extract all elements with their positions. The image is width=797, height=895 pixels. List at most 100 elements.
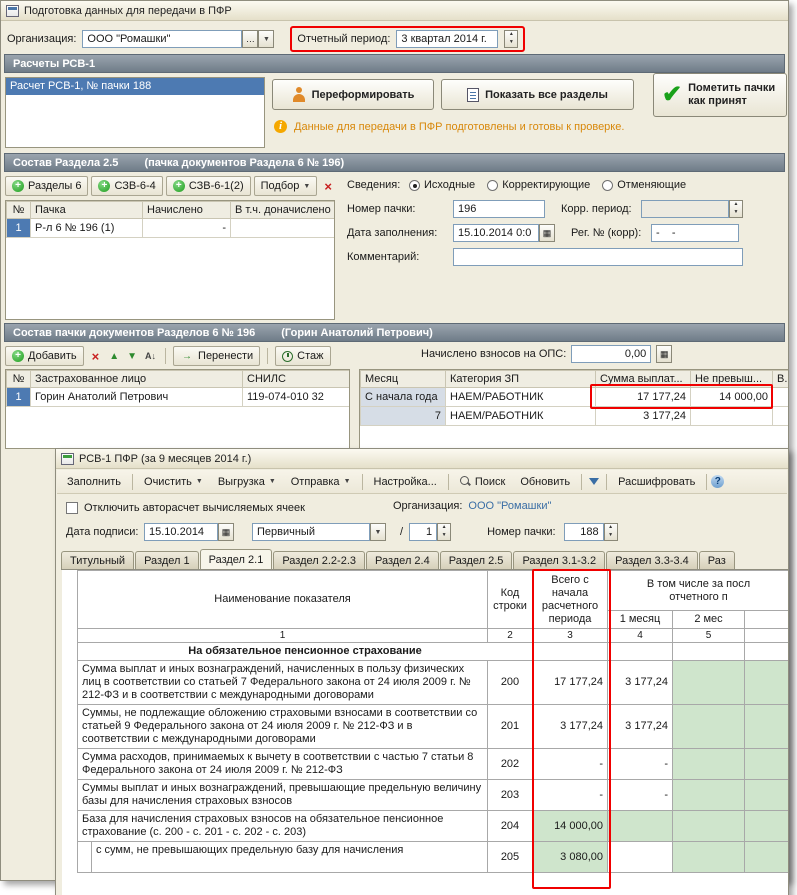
ops-input[interactable]: 0,00 xyxy=(571,345,652,363)
cell-month1[interactable]: - xyxy=(607,779,673,811)
cell-sum[interactable]: 3 177,24 xyxy=(595,406,691,426)
send-button[interactable]: Отправка ▼ xyxy=(284,474,358,490)
cell-month1[interactable]: 3 177,24 xyxy=(607,704,673,749)
report-kind-select[interactable]: Первичный xyxy=(252,523,370,541)
sign-date-input[interactable]: 15.10.2014 xyxy=(144,523,218,541)
table-row[interactable]: 1 Горин Анатолий Петрович 119-074-010 32 xyxy=(6,387,349,407)
table-row[interactable]: С начала года НАЕМ/РАБОТНИК 17 177,24 14… xyxy=(360,387,788,407)
pick-button[interactable]: Подбор ▼ xyxy=(253,176,318,196)
cell-name[interactable]: Суммы, не подлежащие обложению страховым… xyxy=(77,704,488,749)
cell-person[interactable]: Горин Анатолий Петрович xyxy=(30,387,243,407)
export-button[interactable]: Выгрузка ▼ xyxy=(211,474,283,490)
org-ellipsis-button[interactable]: … xyxy=(242,30,259,48)
tab-razdel31-32[interactable]: Раздел 3.1-3.2 xyxy=(513,551,606,569)
cell-month1[interactable] xyxy=(607,841,673,873)
reg-number-input[interactable]: - - xyxy=(651,224,739,242)
pack-spinner[interactable]: ▲ ▼ xyxy=(603,523,618,541)
refresh-button[interactable]: Обновить xyxy=(513,474,577,490)
cell-month2[interactable] xyxy=(672,841,745,873)
cell-extra[interactable] xyxy=(772,387,788,407)
sort-icon[interactable]: А↓ xyxy=(143,351,158,361)
cell-month1[interactable]: 3 177,24 xyxy=(607,660,673,705)
cell-code[interactable]: 205 xyxy=(487,841,533,873)
cell-month[interactable]: 7 xyxy=(360,406,446,426)
help-icon[interactable]: ? xyxy=(711,475,725,488)
cell-month1[interactable]: - xyxy=(607,748,673,780)
delete-icon[interactable]: × xyxy=(88,349,104,364)
transfer-button[interactable]: → Перенести xyxy=(173,346,261,366)
tab-razdel33-34[interactable]: Раздел 3.3-3.4 xyxy=(606,551,698,569)
chevron-down-icon[interactable]: ▼ xyxy=(370,523,386,541)
cell-category[interactable]: НАЕМ/РАБОТНИК xyxy=(445,406,596,426)
calculator-icon[interactable]: ▦ xyxy=(656,345,673,363)
search-button[interactable]: Поиск xyxy=(453,474,512,490)
cell-total[interactable]: - xyxy=(532,748,608,780)
cell-total[interactable]: 14 000,00 xyxy=(532,810,608,842)
cell-month2[interactable] xyxy=(672,748,745,780)
tab-razdel1[interactable]: Раздел 1 xyxy=(135,551,199,569)
cell-pack[interactable]: Р-л 6 № 196 (1) xyxy=(30,218,143,238)
experience-button[interactable]: Стаж xyxy=(275,346,331,366)
table-row[interactable]: 1 Р-л 6 № 196 (1) - xyxy=(6,218,334,238)
rsv-list[interactable]: Расчет РСВ-1, № пачки 188 xyxy=(5,77,265,148)
tab-razdel22-23[interactable]: Раздел 2.2-2.3 xyxy=(273,551,365,569)
cell-name[interactable]: Сумма расходов, принимаемых к вычету в с… xyxy=(77,748,488,780)
add-section6-button[interactable]: + Разделы 6 xyxy=(5,176,89,196)
cell-month2[interactable] xyxy=(672,779,745,811)
tab-razdel25[interactable]: Раздел 2.5 xyxy=(439,551,513,569)
pack-number-input[interactable]: 188 xyxy=(563,523,604,541)
radio-korrektiruyushchie[interactable] xyxy=(487,179,499,191)
calendar-icon[interactable]: ▦ xyxy=(218,523,234,541)
cell-code[interactable]: 204 xyxy=(487,810,533,842)
cell-extra[interactable] xyxy=(230,218,334,238)
period-spinner[interactable]: ▲ ▼ xyxy=(504,30,519,48)
cell-month1[interactable] xyxy=(607,810,673,842)
radio-ishodnye[interactable] xyxy=(409,179,420,191)
cell-name[interactable]: с сумм, не превышающих предельную базу д… xyxy=(77,841,488,873)
fill-button[interactable]: Заполнить xyxy=(60,474,128,490)
tab-cut[interactable]: Раз xyxy=(698,551,735,569)
org-dropdown-button[interactable]: ▼ xyxy=(258,30,275,48)
decode-button[interactable]: Расшифровать xyxy=(611,474,702,490)
cell-name[interactable]: База для начисления страховых взносов на… xyxy=(77,810,488,842)
list-item[interactable]: Расчет РСВ-1, № пачки 188 xyxy=(6,78,264,95)
corr-period-spinner[interactable]: ▲ ▼ xyxy=(729,200,743,218)
move-up-icon[interactable]: ▲ xyxy=(107,351,121,362)
fill-date-input[interactable]: 15.10.2014 0:0 xyxy=(453,224,539,242)
autocalc-checkbox[interactable] xyxy=(66,502,78,514)
comment-input[interactable] xyxy=(453,248,743,266)
tab-razdel21[interactable]: Раздел 2.1 xyxy=(199,549,273,569)
show-all-sections-button[interactable]: Показать все разделы xyxy=(441,79,634,110)
cell-sum[interactable]: 17 177,24 xyxy=(595,387,691,407)
correction-spinner[interactable]: ▲ ▼ xyxy=(437,523,452,541)
cell-month[interactable]: С начала года xyxy=(360,387,446,407)
calendar-icon[interactable]: ▦ xyxy=(539,224,555,242)
correction-number-input[interactable]: 1 xyxy=(409,523,438,541)
organization-input[interactable]: ООО "Ромашки" xyxy=(82,30,243,48)
cell-category[interactable]: НАЕМ/РАБОТНИК xyxy=(445,387,596,407)
radio-otmenyayushchie[interactable] xyxy=(602,179,614,191)
cell-code[interactable]: 201 xyxy=(487,704,533,749)
reform-button[interactable]: Переформировать xyxy=(272,79,434,110)
cell-name[interactable]: Суммы выплат и иных вознаграждений, прев… xyxy=(77,779,488,811)
add-szv612-button[interactable]: + СЗВ-6-1(2) xyxy=(165,176,251,196)
cell-code[interactable]: 200 xyxy=(487,660,533,705)
cell-extra[interactable] xyxy=(772,406,788,426)
cell-limit[interactable]: 14 000,00 xyxy=(690,387,773,407)
delete-icon[interactable]: × xyxy=(320,179,336,194)
tab-titulny[interactable]: Титульный xyxy=(61,551,135,569)
pack-number-input[interactable]: 196 xyxy=(453,200,545,218)
cell-total[interactable]: 3 080,00 xyxy=(532,841,608,873)
settings-button[interactable]: Настройка... xyxy=(367,474,444,490)
cell-total[interactable]: 3 177,24 xyxy=(532,704,608,749)
add-button[interactable]: + Добавить xyxy=(5,346,84,366)
tab-razdel24[interactable]: Раздел 2.4 xyxy=(366,551,439,569)
cell-total[interactable]: 17 177,24 xyxy=(532,660,608,705)
cell-limit[interactable] xyxy=(690,406,773,426)
move-down-icon[interactable]: ▼ xyxy=(125,351,139,362)
row-number[interactable]: 1 xyxy=(6,387,31,407)
corr-period-input[interactable] xyxy=(641,200,729,218)
cell-month2[interactable] xyxy=(672,810,745,842)
period-input[interactable]: 3 квартал 2014 г. xyxy=(396,30,499,48)
cell-month2[interactable] xyxy=(672,704,745,749)
